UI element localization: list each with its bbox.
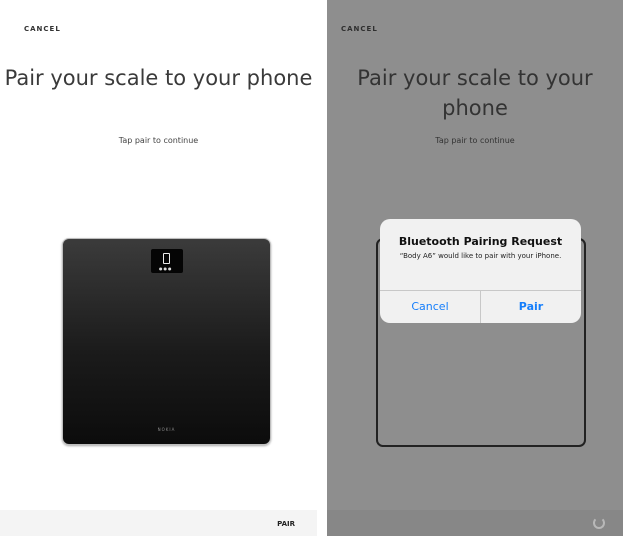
cancel-button[interactable]: CANCEL: [341, 25, 378, 33]
pairing-screen-with-alert: CANCEL Pair your scale to your phone Tap…: [327, 0, 623, 536]
alert-title: Bluetooth Pairing Request: [398, 235, 563, 248]
scale-digit: [163, 253, 170, 264]
scale-brand-logo: NOKIA: [157, 427, 176, 432]
page-subtitle: Tap pair to continue: [435, 136, 515, 145]
spinner-icon: [593, 517, 605, 529]
bottom-bar: PAIR: [0, 510, 317, 536]
alert-pair-button[interactable]: Pair: [481, 291, 581, 323]
pair-button[interactable]: PAIR: [277, 520, 295, 528]
page-title: Pair your scale to your phone: [357, 66, 593, 120]
alert-cancel-button[interactable]: Cancel: [380, 291, 480, 323]
alert-message: “Body A6” would like to pair with your i…: [399, 252, 562, 260]
page-subtitle: Tap pair to continue: [118, 136, 199, 145]
bluetooth-pairing-alert: Bluetooth Pairing Request “Body A6” woul…: [380, 219, 581, 323]
pairing-screen: CANCEL Pair your scale to your phone Tap…: [0, 0, 317, 536]
scale-display: ●●●: [151, 249, 183, 273]
bottom-bar: [327, 510, 623, 536]
cancel-button[interactable]: CANCEL: [24, 25, 61, 33]
scale-image: ●●● NOKIA: [62, 238, 271, 445]
scale-dots: ●●●: [159, 266, 173, 271]
page-title: Pair your scale to your phone: [4, 66, 313, 90]
